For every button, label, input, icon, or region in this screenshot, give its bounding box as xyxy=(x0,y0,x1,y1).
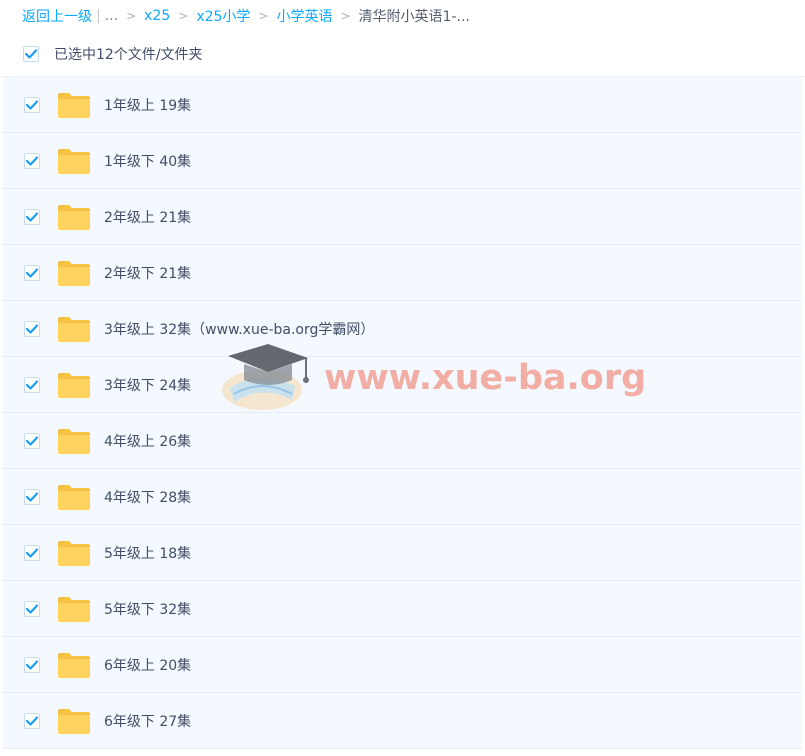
check-icon xyxy=(26,659,38,670)
breadcrumb-item-x25-primary[interactable]: x25小学 xyxy=(196,6,250,26)
breadcrumb-item-x25[interactable]: x25 xyxy=(144,8,170,24)
breadcrumb-separator: > xyxy=(126,9,137,23)
folder-row[interactable]: 1年级下 40集 xyxy=(3,133,802,189)
folder-icon xyxy=(57,315,91,343)
folder-checkbox[interactable] xyxy=(24,656,40,673)
selection-bar: 已选中12个文件/文件夹 xyxy=(0,32,805,77)
folder-icon xyxy=(57,483,91,511)
folder-name: 2年级上 21集 xyxy=(104,209,192,226)
back-link[interactable]: 返回上一级 xyxy=(22,6,92,26)
breadcrumb-pipe: | xyxy=(96,8,101,24)
check-icon xyxy=(26,99,38,110)
breadcrumb-item-primary-english[interactable]: 小学英语 xyxy=(276,6,332,26)
folder-name: 6年级上 20集 xyxy=(104,657,192,674)
folder-checkbox[interactable] xyxy=(24,712,40,729)
check-icon xyxy=(26,603,38,614)
check-icon xyxy=(26,435,38,446)
folder-name: 4年级下 28集 xyxy=(104,489,192,506)
check-icon xyxy=(26,323,38,334)
folder-checkbox[interactable] xyxy=(24,432,40,449)
folder-checkbox[interactable] xyxy=(24,208,40,225)
folder-name: 1年级上 19集 xyxy=(104,97,192,114)
folder-icon xyxy=(57,91,91,119)
folder-row[interactable]: 2年级上 21集 xyxy=(3,189,802,245)
check-icon xyxy=(26,547,38,558)
check-icon xyxy=(25,49,37,59)
check-icon xyxy=(26,267,38,278)
check-icon xyxy=(26,491,38,502)
folder-checkbox[interactable] xyxy=(24,488,40,505)
folder-checkbox[interactable] xyxy=(24,96,40,113)
folder-row[interactable]: 3年级下 24集 xyxy=(3,357,802,413)
folder-name: 1年级下 40集 xyxy=(104,153,192,170)
check-icon xyxy=(26,155,38,166)
folder-icon xyxy=(57,371,91,399)
folder-icon xyxy=(57,203,91,231)
folder-name: 3年级上 32集（www.xue-ba.org学霸网） xyxy=(104,321,375,338)
folder-checkbox[interactable] xyxy=(24,600,40,617)
breadcrumb-separator: > xyxy=(340,9,351,23)
check-icon xyxy=(26,715,38,726)
folder-row[interactable]: 2年级下 21集 xyxy=(3,245,802,301)
folder-list: 1年级上 19集 1年级下 40集 2年级上 21集 2年级下 21集 3年级上 32集… xyxy=(0,77,805,749)
folder-icon xyxy=(57,651,91,679)
check-icon xyxy=(26,211,38,222)
folder-icon xyxy=(57,539,91,567)
breadcrumb-current: 清华附小英语1-... xyxy=(358,9,470,25)
breadcrumb-separator: > xyxy=(258,9,269,23)
folder-row[interactable]: 1年级上 19集 xyxy=(3,77,802,133)
breadcrumb: 返回上一级 | ... > x25 > x25小学 > 小学英语 > 清华附小英… xyxy=(0,0,805,32)
folder-icon xyxy=(57,147,91,175)
folder-checkbox[interactable] xyxy=(24,320,40,337)
select-all-checkbox[interactable] xyxy=(23,46,39,62)
breadcrumb-more[interactable]: ... xyxy=(105,8,118,24)
folder-icon xyxy=(57,427,91,455)
folder-checkbox[interactable] xyxy=(24,376,40,393)
folder-name: 5年级上 18集 xyxy=(104,545,192,562)
folder-row[interactable]: 6年级上 20集 xyxy=(3,637,802,693)
folder-icon xyxy=(57,259,91,287)
folder-row[interactable]: 5年级上 18集 xyxy=(3,525,802,581)
folder-icon xyxy=(57,595,91,623)
folder-row[interactable]: 4年级下 28集 xyxy=(3,469,802,525)
folder-checkbox[interactable] xyxy=(24,152,40,169)
folder-row[interactable]: 6年级下 27集 xyxy=(3,693,802,749)
breadcrumb-separator: > xyxy=(178,9,189,23)
folder-name: 2年级下 21集 xyxy=(104,265,192,282)
folder-checkbox[interactable] xyxy=(24,544,40,561)
folder-checkbox[interactable] xyxy=(24,264,40,281)
folder-name: 3年级下 24集 xyxy=(104,377,192,394)
folder-row[interactable]: 4年级上 26集 xyxy=(3,413,802,469)
folder-row[interactable]: 3年级上 32集（www.xue-ba.org学霸网） xyxy=(3,301,802,357)
selection-count-label: 已选中12个文件/文件夹 xyxy=(54,47,203,63)
folder-name: 5年级下 32集 xyxy=(104,601,192,618)
folder-name: 4年级上 26集 xyxy=(104,433,192,450)
folder-row[interactable]: 5年级下 32集 xyxy=(3,581,802,637)
folder-name: 6年级下 27集 xyxy=(104,713,192,730)
folder-icon xyxy=(57,707,91,735)
check-icon xyxy=(26,379,38,390)
